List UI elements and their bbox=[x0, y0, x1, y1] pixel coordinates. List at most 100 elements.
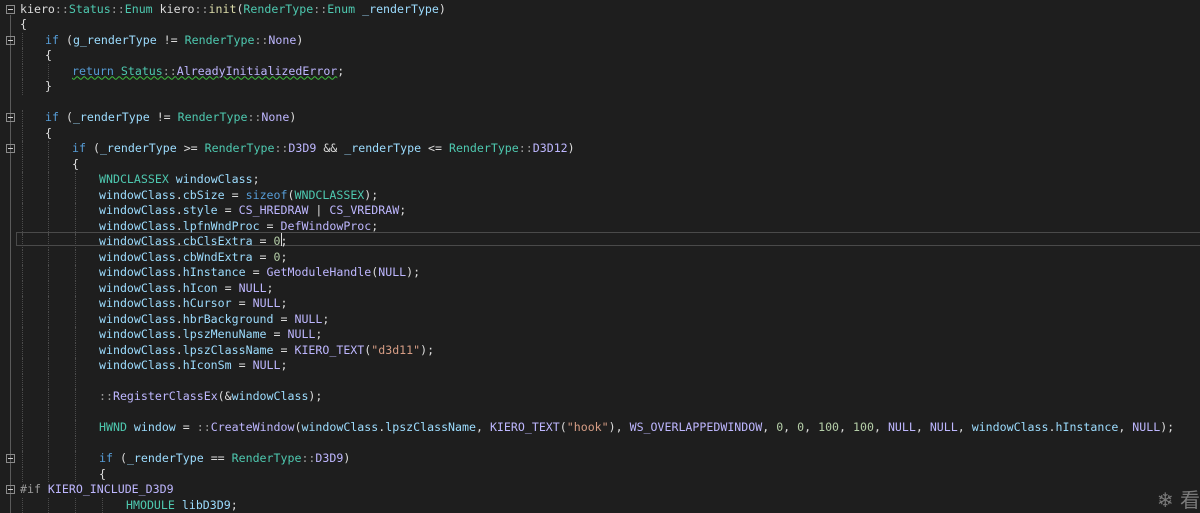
code-token: ( bbox=[85, 141, 100, 155]
code-line[interactable]: WNDCLASSEX windowClass; bbox=[0, 172, 1200, 188]
code-token: Enum bbox=[124, 1, 153, 16]
code-token: :: bbox=[301, 451, 316, 465]
code-line[interactable]: { bbox=[0, 17, 1200, 33]
code-token: { bbox=[72, 156, 79, 171]
code-line[interactable]: { bbox=[0, 48, 1200, 64]
code-token: RenderType bbox=[243, 1, 314, 16]
fold-toggle-icon[interactable] bbox=[6, 454, 15, 463]
code-text: WNDCLASSEX windowClass; bbox=[99, 172, 260, 188]
code-line[interactable]: { bbox=[0, 156, 1200, 172]
code-line[interactable] bbox=[0, 95, 1200, 111]
code-line[interactable]: windowClass.cbClsExtra = 0; bbox=[0, 234, 1200, 250]
code-line[interactable] bbox=[0, 435, 1200, 451]
indent-guide bbox=[75, 187, 76, 203]
fold-toggle-icon[interactable] bbox=[6, 4, 15, 14]
watermark: ❄ 看 bbox=[1156, 488, 1200, 512]
code-token: . bbox=[175, 203, 183, 217]
code-line[interactable]: windowClass.hCursor = NULL; bbox=[0, 296, 1200, 312]
code-line[interactable]: { bbox=[0, 466, 1200, 482]
fold-toggle-icon[interactable] bbox=[6, 144, 15, 153]
code-text: if (_renderType >= RenderType::D3D9 && _… bbox=[72, 141, 575, 157]
indent-guide bbox=[75, 466, 76, 482]
code-text: kiero::Status::Enum kiero::init(RenderTy… bbox=[20, 2, 446, 18]
code-token: WNDCLASSEX bbox=[294, 187, 365, 202]
code-token: "hook" bbox=[566, 420, 609, 434]
code-line[interactable]: windowClass.cbWndExtra = 0; bbox=[0, 249, 1200, 265]
code-token: = bbox=[273, 342, 295, 357]
indent-guide bbox=[75, 172, 76, 188]
indent-guide bbox=[48, 404, 49, 420]
indent-guide bbox=[22, 32, 23, 48]
code-line[interactable]: ::RegisterClassEx(&windowClass); bbox=[0, 389, 1200, 405]
code-token: _renderType bbox=[362, 1, 439, 16]
code-token: ; bbox=[252, 172, 260, 186]
code-token: lpszMenuName bbox=[182, 327, 267, 341]
code-token: _renderType bbox=[99, 141, 177, 155]
code-line[interactable]: HWND window = ::CreateWindow (windowClass… bbox=[0, 420, 1200, 436]
code-line[interactable]: windowClass.hbrBackground = NULL; bbox=[0, 311, 1200, 328]
code-line[interactable]: HMODULE libD3D9; bbox=[0, 497, 1200, 513]
indent-guide bbox=[22, 404, 23, 420]
code-line[interactable]: windowClass.hIconSm = NULL; bbox=[0, 358, 1200, 374]
code-token: ) bbox=[567, 141, 575, 155]
fold-toggle-icon[interactable] bbox=[6, 485, 15, 494]
code-line[interactable]: if (_renderType >= RenderType::D3D9 && _… bbox=[0, 141, 1200, 157]
code-text: windowClass.hInstance = GetModuleHandle(… bbox=[99, 265, 420, 281]
indent-guide bbox=[22, 110, 23, 126]
code-line[interactable]: } bbox=[0, 79, 1200, 95]
code-token: NULL bbox=[378, 265, 407, 279]
code-line[interactable]: windowClass.hInstance = GetModuleHandle(… bbox=[0, 265, 1200, 281]
code-token: hInstance bbox=[1055, 420, 1119, 434]
code-line[interactable]: windowClass.lpfnWndProc = DefWindowProc; bbox=[0, 218, 1200, 235]
code-text: windowClass.lpszClassName = KIERO_TEXT("… bbox=[99, 343, 434, 359]
code-token: ; bbox=[230, 497, 238, 512]
code-token: ) bbox=[289, 110, 297, 124]
code-text: windowClass.hIconSm = NULL; bbox=[99, 358, 288, 374]
code-line[interactable]: #if KIERO_INCLUDE_D3D9 bbox=[0, 482, 1200, 498]
code-token: = bbox=[259, 218, 281, 233]
code-token: AlreadyInitializedError bbox=[176, 63, 338, 78]
code-line[interactable]: if (g_renderType != RenderType::None) bbox=[0, 32, 1200, 48]
code-line[interactable] bbox=[0, 373, 1200, 389]
code-token: && bbox=[316, 141, 345, 155]
code-line[interactable]: windowClass.cbSize = sizeof(WNDCLASSEX); bbox=[0, 187, 1200, 203]
code-line[interactable] bbox=[0, 404, 1200, 420]
indent-guide bbox=[75, 203, 76, 219]
fold-toggle-icon[interactable] bbox=[6, 35, 15, 45]
code-token: } bbox=[45, 79, 52, 93]
code-text: HMODULE libD3D9; bbox=[126, 498, 238, 513]
code-token: ; bbox=[322, 311, 330, 326]
code-token: ); bbox=[308, 389, 323, 403]
code-editor[interactable]: kiero::Status::Enum kiero::init(RenderTy… bbox=[0, 0, 1200, 513]
code-token: None bbox=[268, 32, 297, 47]
code-token: RenderType bbox=[184, 32, 255, 47]
code-line[interactable]: kiero::Status::Enum kiero::init(RenderTy… bbox=[0, 2, 1200, 18]
indent-guide bbox=[75, 311, 76, 327]
code-line[interactable]: if (_renderType != RenderType::None) bbox=[0, 110, 1200, 126]
indent-guide bbox=[22, 389, 23, 405]
code-token: . bbox=[175, 342, 183, 357]
code-text: windowClass.hbrBackground = NULL; bbox=[99, 312, 329, 328]
code-line[interactable]: return Status::AlreadyInitializedError; bbox=[0, 63, 1200, 79]
code-line[interactable]: windowClass.lpszMenuName = NULL; bbox=[0, 327, 1200, 343]
code-token: | bbox=[308, 203, 330, 217]
code-token: = bbox=[273, 311, 295, 326]
code-token: { bbox=[45, 48, 52, 62]
code-line[interactable]: if (_renderType == RenderType::D3D9) bbox=[0, 451, 1200, 467]
code-line[interactable]: windowClass.hIcon = NULL; bbox=[0, 280, 1200, 296]
code-token: (& bbox=[217, 389, 232, 403]
code-token: if bbox=[45, 32, 59, 47]
code-token: ) bbox=[343, 451, 351, 465]
code-line[interactable]: windowClass.style = CS_HREDRAW | CS_VRED… bbox=[0, 203, 1200, 219]
code-token: RenderType bbox=[448, 141, 519, 155]
code-line[interactable]: { bbox=[0, 125, 1200, 141]
indent-guide bbox=[22, 187, 23, 203]
code-text: if (_renderType != RenderType::None) bbox=[45, 110, 296, 126]
fold-toggle-icon[interactable] bbox=[6, 113, 15, 122]
code-token: ) bbox=[438, 1, 446, 16]
code-line[interactable]: windowClass.lpszClassName = KIERO_TEXT("… bbox=[0, 342, 1200, 359]
text-caret bbox=[281, 233, 282, 246]
code-text: windowClass.lpfnWndProc = DefWindowProc; bbox=[99, 219, 378, 235]
code-token: ; bbox=[337, 63, 345, 78]
